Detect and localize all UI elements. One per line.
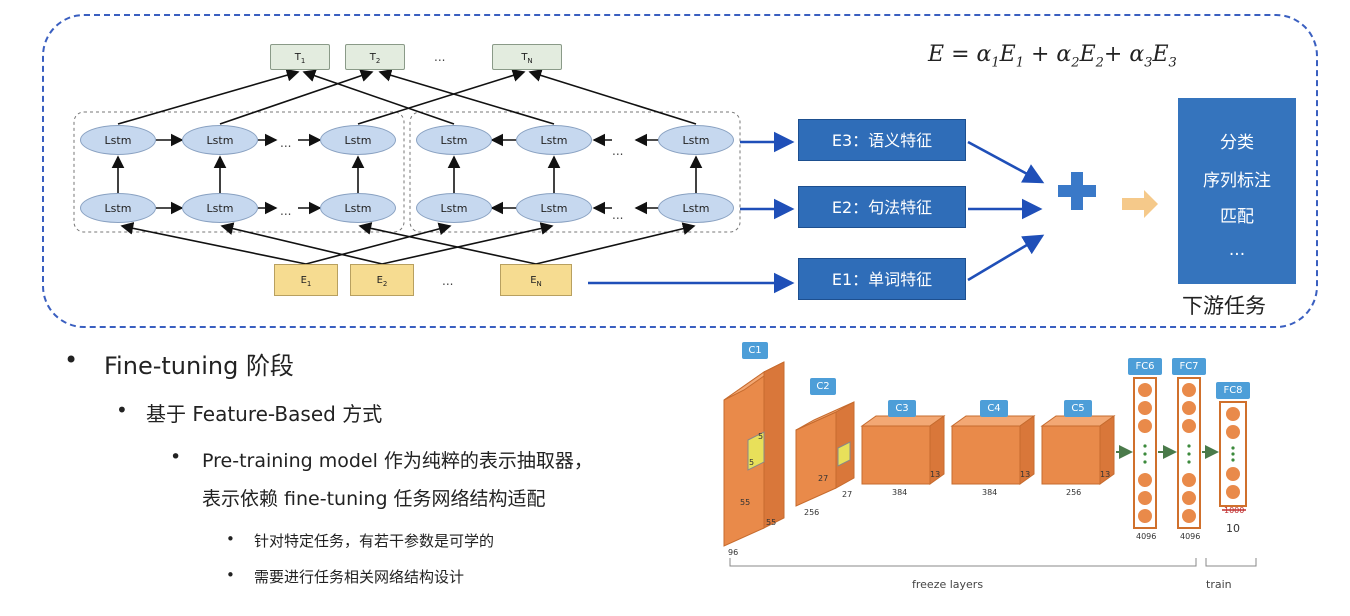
c3-dim: 13: [930, 470, 941, 479]
cnn-tag-c1: C1: [742, 342, 768, 359]
c1-dim: 55: [740, 498, 751, 507]
c1-block-side: [763, 361, 785, 529]
c3-dim: 384: [892, 488, 908, 497]
fc7-size: 4096: [1180, 532, 1201, 541]
cnn-feature-transfer-figure: [723, 361, 1257, 567]
cnn-tag-c4: C4: [980, 400, 1008, 417]
fc8-size-old: 1000: [1224, 506, 1245, 515]
c1-kernel-dim: 5: [749, 458, 755, 467]
c1-dim: 96: [728, 548, 739, 557]
c5-dim: 13: [1100, 470, 1111, 479]
cnn-tag-c2: C2: [810, 378, 836, 395]
cnn-tag-c3: C3: [888, 400, 916, 417]
c4-dim: 384: [982, 488, 998, 497]
fc6-size: 4096: [1136, 532, 1157, 541]
cnn-tag-fc8: FC8: [1216, 382, 1250, 399]
train-label: train: [1206, 578, 1232, 591]
c4-dim: 13: [1020, 470, 1031, 479]
c1-dim: 55: [766, 518, 777, 527]
freeze-layers-label: freeze layers: [912, 578, 984, 591]
cnn-tag-c5: C5: [1064, 400, 1092, 417]
c2-dim: 27: [818, 474, 829, 483]
c4-block: [951, 425, 1021, 485]
cnn-tag-fc7: FC7: [1172, 358, 1206, 375]
c5-block: [1041, 425, 1101, 485]
c3-block: [861, 425, 931, 485]
c1-kernel-dim: 5: [758, 432, 764, 441]
c2-dim: 27: [842, 490, 853, 499]
c2-dim: 256: [804, 508, 820, 517]
cnn-tag-fc6: FC6: [1128, 358, 1162, 375]
fc8-size: 10: [1226, 522, 1240, 535]
c5-dim: 256: [1066, 488, 1082, 497]
